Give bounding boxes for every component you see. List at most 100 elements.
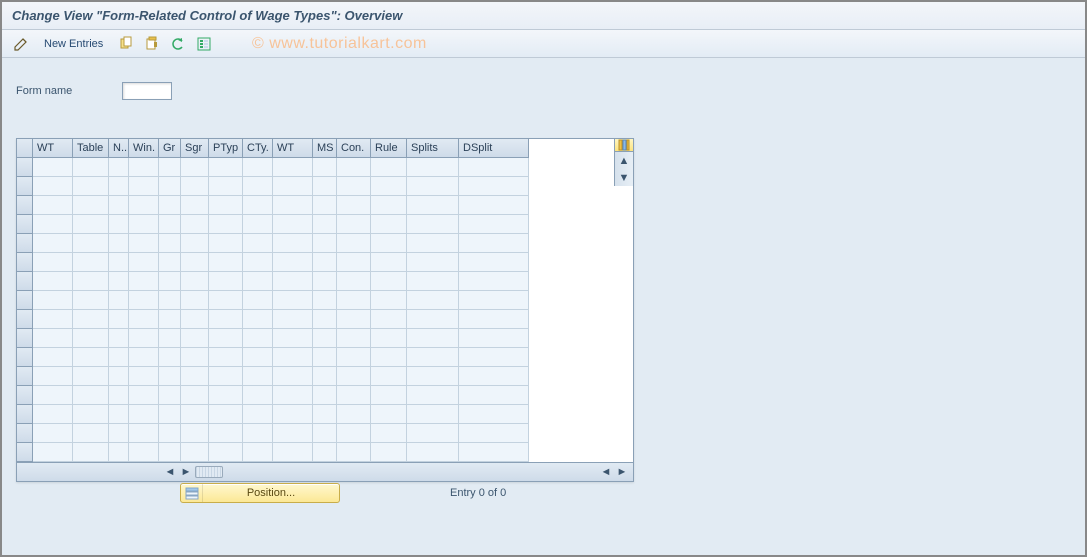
cell[interactable] bbox=[371, 443, 407, 462]
cell[interactable] bbox=[209, 367, 243, 386]
cell[interactable] bbox=[109, 215, 129, 234]
cell[interactable] bbox=[243, 234, 273, 253]
scroll-right-icon[interactable]: ► bbox=[179, 465, 193, 479]
cell[interactable] bbox=[313, 329, 337, 348]
cell[interactable] bbox=[243, 386, 273, 405]
cell[interactable] bbox=[209, 196, 243, 215]
cell[interactable] bbox=[313, 424, 337, 443]
cell[interactable] bbox=[73, 310, 109, 329]
row-selector[interactable] bbox=[17, 348, 33, 367]
cell[interactable] bbox=[181, 272, 209, 291]
cell[interactable] bbox=[33, 234, 73, 253]
cell[interactable] bbox=[33, 443, 73, 462]
cell[interactable] bbox=[337, 310, 371, 329]
cell[interactable] bbox=[337, 329, 371, 348]
cell[interactable] bbox=[33, 253, 73, 272]
cell[interactable] bbox=[109, 348, 129, 367]
cell[interactable] bbox=[371, 348, 407, 367]
col-header[interactable]: PTyp bbox=[209, 139, 243, 158]
cell[interactable] bbox=[33, 272, 73, 291]
row-selector[interactable] bbox=[17, 177, 33, 196]
cell[interactable] bbox=[407, 177, 459, 196]
table-row[interactable] bbox=[17, 405, 614, 424]
cell[interactable] bbox=[159, 215, 181, 234]
vertical-scrollbar[interactable]: ▲ ▼ bbox=[614, 152, 633, 186]
cell[interactable] bbox=[459, 158, 529, 177]
cell[interactable] bbox=[73, 177, 109, 196]
cell[interactable] bbox=[273, 234, 313, 253]
cell[interactable] bbox=[73, 386, 109, 405]
cell[interactable] bbox=[159, 272, 181, 291]
cell[interactable] bbox=[313, 405, 337, 424]
cell[interactable] bbox=[243, 215, 273, 234]
cell[interactable] bbox=[407, 196, 459, 215]
cell[interactable] bbox=[129, 253, 159, 272]
cell[interactable] bbox=[337, 348, 371, 367]
cell[interactable] bbox=[33, 367, 73, 386]
cell[interactable] bbox=[337, 405, 371, 424]
cell[interactable] bbox=[459, 253, 529, 272]
cell[interactable] bbox=[129, 196, 159, 215]
cell[interactable] bbox=[209, 424, 243, 443]
select-all-button[interactable] bbox=[193, 33, 215, 55]
cell[interactable] bbox=[243, 348, 273, 367]
cell[interactable] bbox=[407, 424, 459, 443]
position-button[interactable]: Position... bbox=[180, 483, 340, 503]
cell[interactable] bbox=[371, 234, 407, 253]
cell[interactable] bbox=[371, 215, 407, 234]
scroll-left-icon[interactable]: ◄ bbox=[163, 465, 177, 479]
cell[interactable] bbox=[33, 215, 73, 234]
cell[interactable] bbox=[313, 253, 337, 272]
cell[interactable] bbox=[129, 443, 159, 462]
cell[interactable] bbox=[371, 272, 407, 291]
cell[interactable] bbox=[209, 215, 243, 234]
cell[interactable] bbox=[407, 291, 459, 310]
cell[interactable] bbox=[129, 158, 159, 177]
rowhead-corner[interactable] bbox=[17, 139, 33, 158]
col-header[interactable]: CTy. bbox=[243, 139, 273, 158]
scroll-right-end-icon[interactable]: ► bbox=[615, 465, 629, 479]
cell[interactable] bbox=[273, 443, 313, 462]
cell[interactable] bbox=[313, 158, 337, 177]
cell[interactable] bbox=[73, 367, 109, 386]
cell[interactable] bbox=[73, 443, 109, 462]
copy-as-button[interactable] bbox=[115, 33, 137, 55]
cell[interactable] bbox=[209, 386, 243, 405]
delete-button[interactable] bbox=[141, 33, 163, 55]
cell[interactable] bbox=[407, 215, 459, 234]
cell[interactable] bbox=[159, 424, 181, 443]
cell[interactable] bbox=[371, 253, 407, 272]
cell[interactable] bbox=[33, 348, 73, 367]
cell[interactable] bbox=[181, 291, 209, 310]
cell[interactable] bbox=[459, 367, 529, 386]
cell[interactable] bbox=[73, 291, 109, 310]
cell[interactable] bbox=[313, 348, 337, 367]
cell[interactable] bbox=[371, 367, 407, 386]
col-header[interactable]: Con. bbox=[337, 139, 371, 158]
cell[interactable] bbox=[243, 272, 273, 291]
cell[interactable] bbox=[337, 215, 371, 234]
row-selector[interactable] bbox=[17, 424, 33, 443]
cell[interactable] bbox=[73, 253, 109, 272]
cell[interactable] bbox=[243, 291, 273, 310]
cell[interactable] bbox=[109, 367, 129, 386]
cell[interactable] bbox=[273, 386, 313, 405]
cell[interactable] bbox=[459, 215, 529, 234]
cell[interactable] bbox=[273, 291, 313, 310]
table-row[interactable] bbox=[17, 196, 614, 215]
configure-columns-button[interactable] bbox=[614, 139, 633, 152]
cell[interactable] bbox=[459, 196, 529, 215]
cell[interactable] bbox=[33, 291, 73, 310]
cell[interactable] bbox=[109, 253, 129, 272]
cell[interactable] bbox=[313, 443, 337, 462]
cell[interactable] bbox=[129, 329, 159, 348]
cell[interactable] bbox=[459, 291, 529, 310]
cell[interactable] bbox=[159, 234, 181, 253]
cell[interactable] bbox=[209, 158, 243, 177]
cell[interactable] bbox=[407, 443, 459, 462]
cell[interactable] bbox=[129, 348, 159, 367]
cell[interactable] bbox=[109, 177, 129, 196]
scroll-down-icon[interactable]: ▼ bbox=[618, 171, 631, 184]
cell[interactable] bbox=[109, 405, 129, 424]
table-row[interactable] bbox=[17, 424, 614, 443]
